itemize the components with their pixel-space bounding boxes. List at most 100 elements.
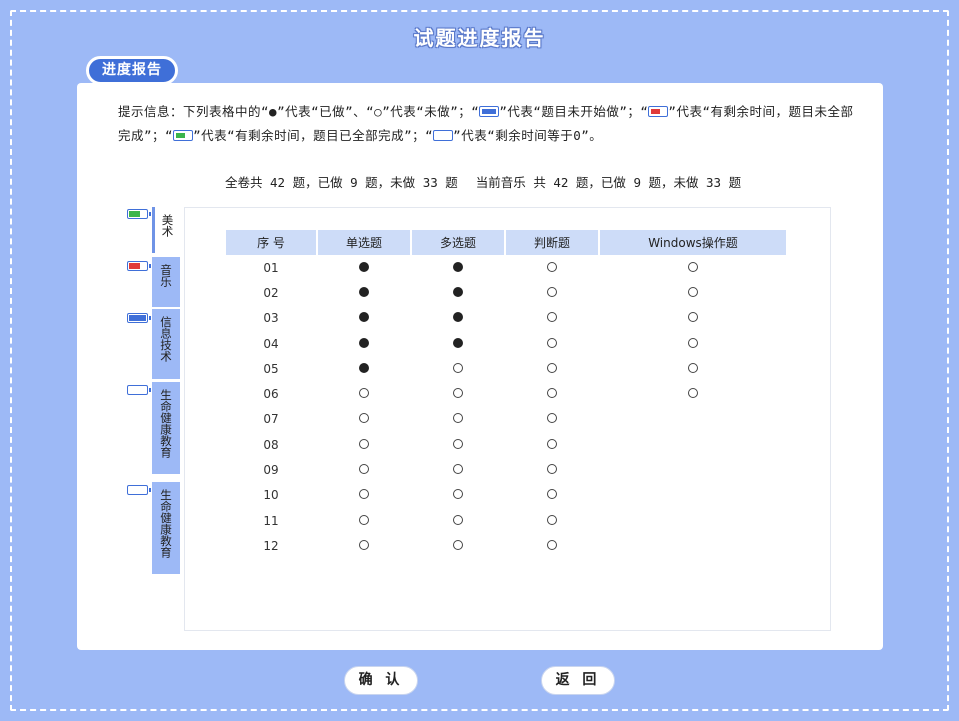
- question-status-cell[interactable]: [412, 457, 504, 482]
- subject-tab-label: 信息技术: [159, 316, 173, 362]
- question-status-cell: [600, 533, 786, 558]
- subject-status-icon: [127, 313, 151, 323]
- question-status-cell[interactable]: [318, 381, 410, 406]
- table-row: 08: [226, 432, 786, 457]
- question-number: 10: [263, 488, 279, 503]
- question-status-cell: [600, 457, 786, 482]
- undone-dot-icon: [453, 388, 463, 399]
- question-status-cell[interactable]: [600, 280, 786, 305]
- table-row: 10: [226, 483, 786, 508]
- question-number: 05: [263, 361, 279, 376]
- question-status-cell[interactable]: [506, 255, 598, 280]
- done-dot-icon: [453, 261, 463, 272]
- question-number: 02: [263, 285, 279, 300]
- done-dot-icon: [453, 286, 463, 297]
- question-status-cell[interactable]: [318, 255, 410, 280]
- question-status-cell[interactable]: [600, 356, 786, 381]
- subject-tab-label: 生命健康教育: [159, 489, 173, 558]
- question-status-cell[interactable]: [412, 508, 504, 533]
- question-status-cell[interactable]: [412, 432, 504, 457]
- undone-dot-icon: [688, 337, 698, 348]
- undone-dot-icon: [547, 388, 557, 399]
- question-number: 01: [263, 260, 279, 275]
- table-header-cell: 判断题: [506, 230, 598, 255]
- table-header-row: 序 号单选题 多选题 判断题 Windows操作题: [226, 230, 786, 255]
- question-status-cell[interactable]: [412, 331, 504, 356]
- question-status-cell[interactable]: [412, 255, 504, 280]
- question-status-cell[interactable]: [506, 533, 598, 558]
- question-number: 06: [263, 387, 279, 402]
- question-number: 08: [263, 437, 279, 452]
- undone-dot-icon: [688, 388, 698, 399]
- question-status-cell[interactable]: [318, 280, 410, 305]
- question-status-cell[interactable]: [412, 306, 504, 331]
- undone-dot-icon: [688, 261, 698, 272]
- undone-dot-icon: [547, 514, 557, 525]
- question-status-cell[interactable]: [318, 356, 410, 381]
- subject-tab-label: 生命健康教育: [159, 389, 173, 458]
- question-status-cell[interactable]: [506, 306, 598, 331]
- question-status-cell[interactable]: [318, 508, 410, 533]
- question-status-cell[interactable]: [412, 280, 504, 305]
- question-status-cell[interactable]: [600, 381, 786, 406]
- current-subject-stats: 当前音乐 共 42 题，已做 9 题，未做 33 题: [475, 175, 742, 190]
- subject-tab[interactable]: 生命健康教育: [152, 482, 180, 574]
- hint-done-text: ”代表“已做”、“: [277, 104, 375, 119]
- question-status-cell[interactable]: [412, 407, 504, 432]
- done-dot-icon: [453, 312, 463, 323]
- subject-tab[interactable]: 信息技术: [152, 309, 180, 379]
- subject-tab[interactable]: 美术: [152, 207, 180, 253]
- question-status-cell[interactable]: [506, 356, 598, 381]
- question-number: 09: [263, 463, 279, 478]
- question-status-cell[interactable]: [506, 457, 598, 482]
- question-number: 03: [263, 311, 279, 326]
- question-status-cell[interactable]: [600, 255, 786, 280]
- tab-progress-report[interactable]: 进度报告: [86, 56, 178, 85]
- question-status-cell[interactable]: [318, 407, 410, 432]
- question-status-cell[interactable]: [506, 331, 598, 356]
- question-status-cell[interactable]: [600, 306, 786, 331]
- subject-status-icon: [127, 485, 151, 495]
- blue-status-icon: [479, 106, 500, 117]
- question-status-cell[interactable]: [412, 381, 504, 406]
- question-number: 07: [263, 412, 279, 427]
- undone-dot-icon: [547, 312, 557, 323]
- question-status-cell[interactable]: [318, 533, 410, 558]
- table-row: 04: [226, 331, 786, 356]
- question-status-cell[interactable]: [506, 280, 598, 305]
- overall-stats: 全卷共 42 题，已做 9 题，未做 33 题: [225, 175, 458, 190]
- subject-tab[interactable]: 生命健康教育: [152, 382, 180, 474]
- question-status-cell[interactable]: [318, 306, 410, 331]
- done-dot-icon: [359, 337, 369, 348]
- undone-dot-icon: [453, 514, 463, 525]
- question-status-cell: [600, 508, 786, 533]
- undone-dot-icon: [453, 362, 463, 373]
- subject-tab[interactable]: 音乐: [152, 257, 180, 307]
- question-status-cell[interactable]: [412, 356, 504, 381]
- hint-prefix: 提示信息：下列表格中的“: [118, 104, 270, 119]
- question-number: 12: [263, 538, 279, 553]
- question-number: 11: [263, 513, 279, 528]
- question-status-cell[interactable]: [318, 331, 410, 356]
- hint-green-text: ”代表“有剩余时间，题目已全部完成”；“: [193, 128, 434, 143]
- undone-dot-icon: [688, 286, 698, 297]
- question-status-cell[interactable]: [412, 533, 504, 558]
- question-status-cell[interactable]: [600, 331, 786, 356]
- undone-dot-icon: [547, 489, 557, 500]
- undone-dot-icon: [547, 438, 557, 449]
- question-status-cell[interactable]: [506, 407, 598, 432]
- question-status-cell[interactable]: [506, 508, 598, 533]
- question-status-cell[interactable]: [318, 457, 410, 482]
- undone-symbol: ○: [374, 104, 383, 119]
- subject-tabs: 美术 音乐信息技术生命健康教育 生命健康教育: [125, 207, 185, 631]
- question-status-cell[interactable]: [506, 432, 598, 457]
- question-status-cell[interactable]: [412, 483, 504, 508]
- back-button[interactable]: 返 回: [541, 666, 615, 695]
- question-status-cell[interactable]: [506, 381, 598, 406]
- confirm-button[interactable]: 确 认: [344, 666, 418, 695]
- question-status-cell[interactable]: [318, 483, 410, 508]
- question-status-cell[interactable]: [318, 432, 410, 457]
- report-panel: 提示信息：下列表格中的“●”代表“已做”、“○”代表“未做”；“ ”代表“题目未开…: [77, 83, 883, 650]
- question-status-cell[interactable]: [506, 483, 598, 508]
- red-status-icon: [648, 106, 669, 117]
